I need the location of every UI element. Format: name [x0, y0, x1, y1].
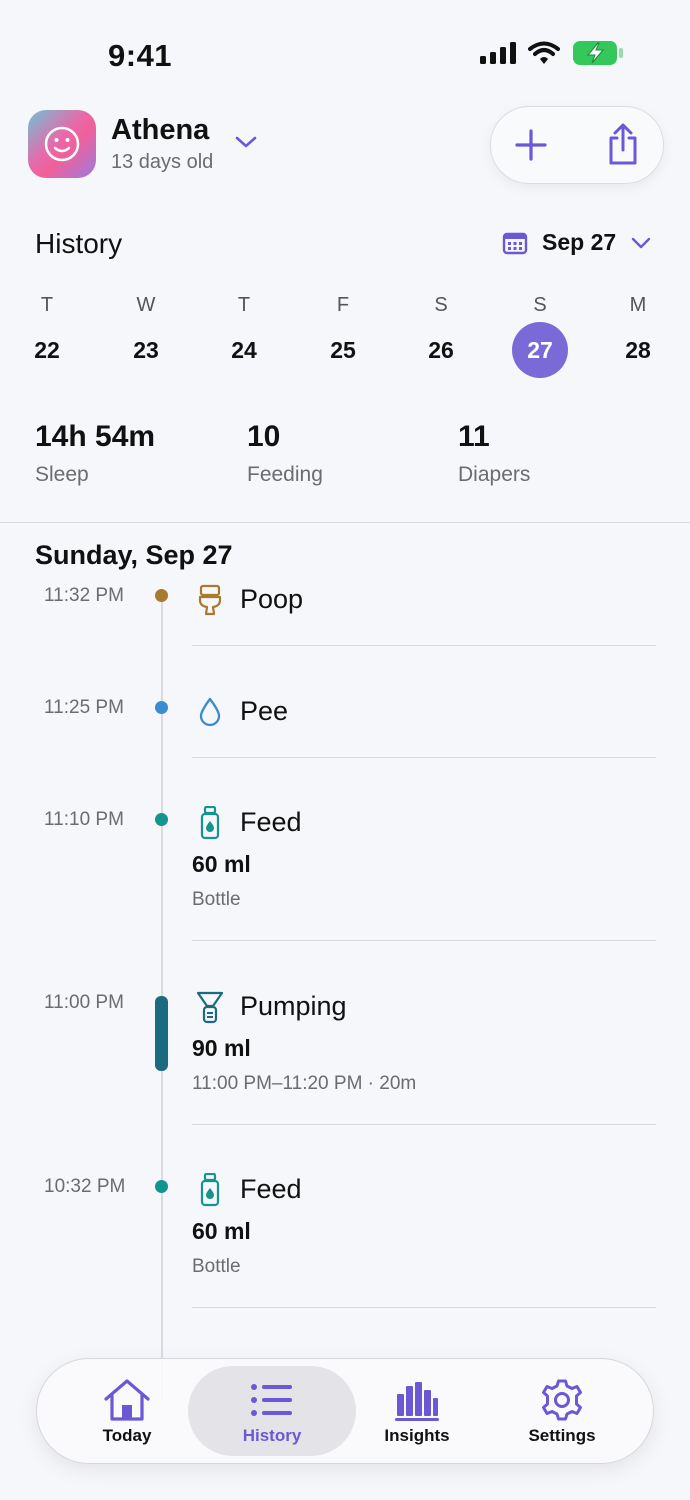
feeding-label: Feeding: [247, 463, 323, 486]
day-number: 28: [625, 337, 651, 363]
event-detail: Bottle: [192, 1256, 241, 1277]
event-time: 11:32 PM: [44, 585, 124, 606]
status-time: 9:41: [108, 38, 173, 73]
week-day-24[interactable]: T 24: [214, 294, 274, 364]
timeline-dot: [155, 813, 168, 826]
week-day-28[interactable]: M 28: [608, 294, 668, 364]
tab-label: Settings: [528, 1426, 596, 1445]
event-time: 11:10 PM: [44, 809, 124, 830]
tab-label: Today: [102, 1426, 152, 1445]
tab-history[interactable]: History: [207, 1366, 337, 1456]
event-title[interactable]: Poop: [240, 584, 303, 615]
chevron-down-icon[interactable]: [234, 134, 258, 150]
timeline-dot: [155, 589, 168, 602]
baby-avatar[interactable]: [28, 110, 96, 178]
event-title[interactable]: Feed: [240, 1174, 302, 1205]
event-separator: [192, 940, 656, 941]
weekday-letter: T: [237, 294, 251, 316]
day-heading: Sunday, Sep 27: [35, 540, 233, 570]
timeline-dot: [155, 701, 168, 714]
section-divider: [0, 522, 690, 523]
sleep-value: 14h 54m: [35, 420, 156, 453]
event-detail: Bottle: [192, 889, 241, 910]
sleep-label: Sleep: [35, 463, 89, 486]
wifi-icon: [528, 41, 560, 64]
home-icon: [104, 1379, 150, 1421]
chevron-down-icon: [631, 237, 651, 248]
day-number: 23: [133, 337, 159, 363]
event-separator: [192, 757, 656, 758]
timeline-dot: [155, 1180, 168, 1193]
event-time: 11:25 PM: [44, 697, 124, 718]
weekday-letter: T: [40, 294, 54, 316]
event-amount: 90 ml: [192, 1035, 251, 1061]
status-icons: [480, 40, 624, 66]
day-number: 22: [34, 337, 60, 363]
day-number: 26: [428, 337, 454, 363]
weekday-letter: M: [629, 294, 647, 316]
week-day-27-selected[interactable]: S 27: [510, 294, 570, 364]
tab-label: History: [242, 1426, 302, 1445]
summary-diapers: 11 Diapers: [458, 420, 530, 487]
share-icon: [609, 123, 637, 165]
event-amount: 60 ml: [192, 1218, 251, 1244]
event-separator: [192, 1307, 656, 1308]
diapers-value: 11: [458, 420, 490, 453]
date-picker[interactable]: Sep 27: [502, 229, 652, 256]
event-title[interactable]: Pumping: [240, 991, 347, 1022]
baby-age: 13 days old: [111, 151, 214, 173]
event-separator: [192, 645, 656, 646]
tab-today[interactable]: Today: [62, 1366, 192, 1456]
day-number: 24: [231, 337, 257, 363]
calendar-icon: [502, 232, 528, 254]
battery-charging-icon: [573, 41, 623, 65]
diapers-label: Diapers: [458, 463, 531, 486]
gear-icon: [542, 1379, 582, 1421]
event-time: 10:32 PM: [44, 1176, 126, 1197]
summary-sleep: 14h 54m Sleep: [35, 420, 155, 487]
summary-feeding: 10 Feeding: [247, 420, 323, 487]
week-day-25[interactable]: F 25: [313, 294, 373, 364]
bottle-icon: [195, 806, 225, 840]
week-day-23[interactable]: W 23: [116, 294, 176, 364]
event-detail: 11:00 PM–11:20 PM · 20m: [192, 1073, 417, 1094]
tab-label: Insights: [384, 1426, 450, 1445]
share-button[interactable]: [598, 116, 648, 172]
pumping-duration-bar: [155, 996, 168, 1071]
weekday-letter: S: [434, 294, 448, 316]
day-number: 27: [527, 337, 553, 363]
event-separator: [192, 1124, 656, 1125]
droplet-icon: [195, 695, 225, 729]
tab-settings[interactable]: Settings: [497, 1366, 627, 1456]
toilet-icon: [195, 583, 225, 617]
cellular-signal-icon: [480, 42, 516, 64]
feeding-value: 10: [247, 420, 281, 453]
smiley-face-icon: [44, 126, 80, 162]
week-day-22[interactable]: T 22: [17, 294, 77, 364]
event-title[interactable]: Pee: [240, 696, 288, 727]
bottle-icon: [195, 1173, 225, 1207]
day-number: 25: [330, 337, 356, 363]
weekday-letter: W: [136, 294, 156, 316]
event-time: 11:00 PM: [44, 992, 124, 1013]
history-title: History: [35, 228, 123, 259]
week-day-26[interactable]: S 26: [411, 294, 471, 364]
weekday-letter: F: [336, 294, 350, 316]
event-title[interactable]: Feed: [240, 807, 302, 838]
weekday-letter: S: [533, 294, 547, 316]
list-icon: [251, 1384, 292, 1416]
pump-icon: [195, 990, 225, 1024]
selected-date-label: Sep 27: [542, 229, 617, 255]
bar-chart-icon: [395, 1382, 439, 1421]
tab-insights[interactable]: Insights: [352, 1366, 482, 1456]
event-amount: 60 ml: [192, 851, 251, 877]
baby-name[interactable]: Athena: [111, 114, 209, 147]
add-entry-button[interactable]: [506, 118, 556, 172]
plus-icon: [515, 129, 547, 161]
